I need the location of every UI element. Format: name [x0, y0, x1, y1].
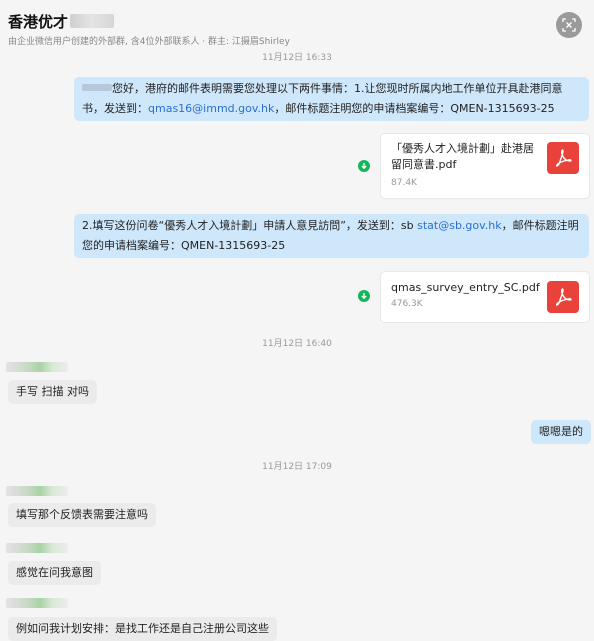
- file-size: 476.3K: [391, 299, 423, 309]
- email-link[interactable]: stat@sb.gov.hk: [417, 219, 502, 232]
- blurred-title-suffix: [70, 14, 115, 28]
- pdf-icon: [547, 142, 579, 174]
- message-bubble-received[interactable]: 填写那个反馈表需要注意吗: [8, 503, 156, 527]
- message-bubble-received[interactable]: 感觉在问我意图: [8, 561, 101, 585]
- message-text: 嗯嗯是的: [539, 425, 583, 438]
- file-name: 「優秀人才入境計劃」赴港居留同意書.pdf: [391, 142, 534, 171]
- pdf-icon: [547, 281, 579, 313]
- chat-title: 香港优才: [8, 11, 115, 32]
- message-bubble-received[interactable]: 例如问我计划安排：是找工作还是自己注册公司这些: [8, 617, 277, 641]
- message-bubble-received[interactable]: 手写 扫描 对吗: [8, 380, 97, 404]
- sender-name-blurred: [6, 362, 68, 372]
- timestamp: 11月12日 17:09: [262, 462, 332, 472]
- download-icon[interactable]: [358, 160, 370, 172]
- chat-subtitle: 由企业微信用户创建的外部群, 含4位外部联系人 · 群主: 江摄眉Shirley: [8, 37, 290, 47]
- message-text: 感觉在问我意图: [16, 566, 93, 579]
- message-text: 2.填写这份问卷“優秀人才入境計劃」申請人意見訪問”，发送到：sb: [82, 219, 418, 232]
- email-link[interactable]: qmas16@immd.gov.hk: [148, 102, 274, 115]
- message-bubble-sent[interactable]: 嗯嗯是的: [531, 420, 591, 444]
- file-card[interactable]: 「優秀人才入境計劃」赴港居留同意書.pdf 87.4K: [381, 134, 589, 198]
- sender-name-blurred: [6, 543, 68, 553]
- blurred-name: [82, 84, 112, 91]
- timestamp: 11月12日 16:33: [262, 53, 332, 63]
- timestamp: 11月12日 16:40: [262, 339, 332, 349]
- sender-name-blurred: [6, 598, 68, 608]
- message-text: 例如问我计划安排：是找工作还是自己注册公司这些: [16, 622, 269, 635]
- close-icon: [562, 18, 576, 32]
- chat-title-text: 香港优才: [8, 13, 69, 31]
- download-icon[interactable]: [358, 290, 370, 302]
- message-text: ，邮件标题注明您的申请档案编号：QMEN-1315693-25: [274, 102, 555, 115]
- close-button[interactable]: [556, 12, 582, 38]
- message-text: 填写那个反馈表需要注意吗: [16, 508, 148, 521]
- file-size: 87.4K: [391, 178, 417, 188]
- chat-header: 香港优才 由企业微信用户创建的外部群, 含4位外部联系人 · 群主: 江摄眉Sh…: [0, 0, 594, 50]
- sender-name-blurred: [6, 486, 68, 496]
- message-bubble-sent[interactable]: 您好，港府的邮件表明需要您处理以下两件事情：1.让您现时所属内地工作单位开具赴港…: [74, 77, 589, 121]
- message-text: 手写 扫描 对吗: [16, 385, 89, 398]
- message-bubble-sent[interactable]: 2.填写这份问卷“優秀人才入境計劃」申請人意見訪問”，发送到：sb stat@s…: [74, 214, 589, 258]
- file-name: qmas_survey_entry_SC.pdf: [391, 281, 540, 294]
- file-card[interactable]: qmas_survey_entry_SC.pdf 476.3K: [381, 272, 589, 322]
